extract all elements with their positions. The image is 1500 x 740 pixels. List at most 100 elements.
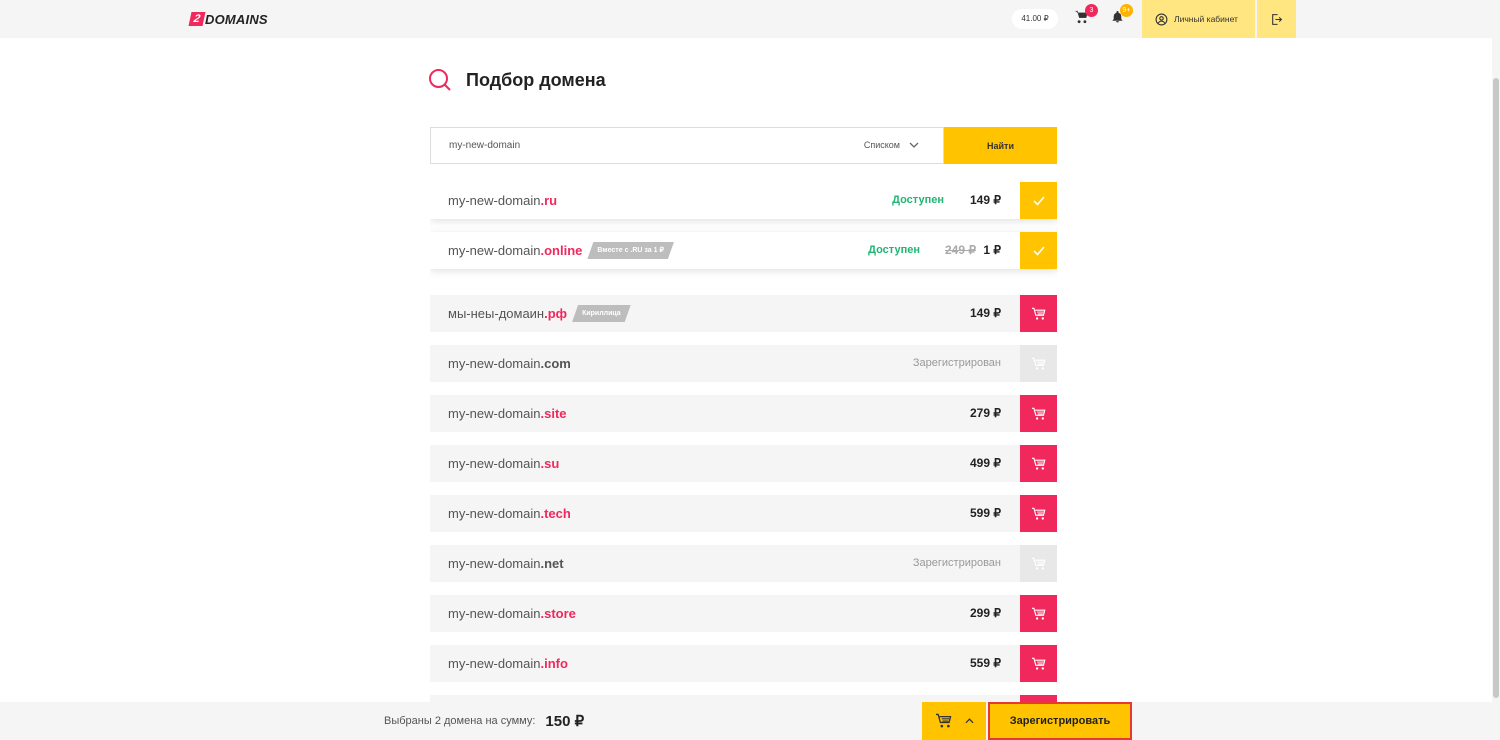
- summary-label: Выбраны 2 домена на сумму:: [384, 715, 536, 727]
- summary-total: 150 ₽: [545, 713, 585, 730]
- logo-mark: 2: [188, 12, 206, 26]
- domain-price: 559 ₽: [970, 656, 1001, 670]
- chevron-up-icon: [964, 718, 974, 724]
- domain-price: 1 ₽: [983, 243, 1001, 257]
- domain-label: my-new-domain: [448, 656, 541, 671]
- domain-tag: Вместе с .RU за 1 ₽: [587, 242, 674, 259]
- domain-search-input[interactable]: [449, 128, 829, 163]
- view-mode-select[interactable]: Списком: [864, 140, 919, 150]
- domain-zone: .info: [540, 656, 568, 671]
- add-to-cart-button[interactable]: [1020, 445, 1057, 482]
- logo[interactable]: 2 DOMAINS: [188, 11, 268, 27]
- domain-price: 149 ₽: [970, 306, 1001, 320]
- domain-price: 299 ₽: [970, 606, 1001, 620]
- domain-row: my-new-domain .ru Доступен 149 ₽: [430, 182, 1057, 219]
- logout-icon: [1272, 13, 1283, 25]
- view-mode-label: Списком: [863, 140, 900, 150]
- page-title-block: Подбор домена: [428, 68, 606, 92]
- add-to-cart-button[interactable]: [1020, 495, 1057, 532]
- notification-count-badge: 9+: [1120, 4, 1133, 17]
- domain-zone: .store: [540, 606, 576, 621]
- selected-toggle-button[interactable]: [1020, 182, 1057, 219]
- domain-label: мы-неы-домаин: [448, 306, 545, 321]
- logout-button[interactable]: [1257, 0, 1296, 38]
- domain-row: my-new-domain .online Вместе с .RU за 1 ₽ Д…: [430, 232, 1057, 269]
- cabinet-label: Личный кабинет: [1174, 14, 1238, 24]
- domain-name: my-new-domain .store: [448, 595, 576, 632]
- domain-label: my-new-domain: [448, 506, 541, 521]
- chevron-down-icon: [909, 142, 919, 148]
- domain-zone: .tech: [540, 506, 571, 521]
- domain-zone: .site: [540, 406, 567, 421]
- cart-icon: [1031, 557, 1045, 570]
- cart-toggle-button[interactable]: [922, 702, 986, 740]
- cart-icon: [1031, 307, 1045, 320]
- add-to-cart-button[interactable]: [1020, 595, 1057, 632]
- domain-label: my-new-domain: [448, 606, 541, 621]
- user-circle-icon: [1155, 13, 1168, 25]
- personal-cabinet-button[interactable]: Личный кабинет: [1142, 0, 1255, 38]
- domain-status: Зарегистрирован: [912, 357, 1001, 369]
- domain-label: my-new-domain: [448, 556, 541, 571]
- domain-row: my-new-domain .su 499 ₽: [430, 445, 1057, 482]
- domain-label: my-new-domain: [448, 356, 541, 371]
- page-title: Подбор домена: [466, 69, 606, 90]
- logo-text: DOMAINS: [205, 11, 268, 27]
- domain-label: my-new-domain: [448, 193, 541, 208]
- domain-row: my-new-domain .store 299 ₽: [430, 595, 1057, 632]
- domain-name: my-new-domain .su: [448, 445, 559, 482]
- domain-name: my-new-domain .site: [448, 395, 567, 432]
- domain-row: [430, 695, 1057, 702]
- domain-name: my-new-domain .tech: [448, 495, 571, 532]
- cart-icon: [1031, 657, 1045, 670]
- cart-icon: [1031, 457, 1045, 470]
- old-price: 249 ₽: [945, 243, 976, 257]
- register-button[interactable]: Зарегистрировать: [988, 702, 1132, 740]
- add-to-cart-button[interactable]: [1020, 645, 1057, 682]
- domain-price: 279 ₽: [970, 406, 1001, 420]
- add-to-cart-button[interactable]: [1020, 395, 1057, 432]
- domain-name: my-new-domain .net: [448, 545, 564, 582]
- add-to-cart-button-disabled: [1020, 345, 1057, 382]
- domain-price: 599 ₽: [970, 506, 1001, 520]
- cart-icon: [1031, 507, 1045, 520]
- domain-name: my-new-domain .ru: [448, 182, 557, 219]
- check-icon: [1032, 245, 1045, 256]
- domain-tag: Кириллица: [572, 305, 631, 322]
- add-to-cart-button[interactable]: [1020, 695, 1057, 702]
- domain-row: мы-неы-домаин .рф Кириллица 149 ₽: [430, 295, 1057, 332]
- scrollbar-thumb[interactable]: [1493, 78, 1499, 698]
- domain-row: my-new-domain .site 279 ₽: [430, 395, 1057, 432]
- cart-icon: [1031, 607, 1045, 620]
- domain-zone: .net: [540, 556, 564, 571]
- cart-icon: [1031, 357, 1045, 370]
- domain-row: my-new-domain .info 559 ₽: [430, 645, 1057, 682]
- domain-name: my-new-domain .com: [448, 345, 571, 382]
- domain-row: my-new-domain .net Зарегистрирован: [430, 545, 1057, 582]
- domain-zone: .online: [540, 243, 583, 258]
- cart-count-badge: 3: [1085, 4, 1098, 17]
- domain-zone: .su: [540, 456, 560, 471]
- domain-name: my-new-domain .online Вместе с .RU за 1 ₽: [448, 232, 674, 269]
- domain-row: my-new-domain .com Зарегистрирован: [430, 345, 1057, 382]
- domain-name: my-new-domain .info: [448, 645, 568, 682]
- search-icon: [429, 69, 451, 91]
- domain-price: 499 ₽: [970, 456, 1001, 470]
- balance-badge[interactable]: 41.00 ₽: [1012, 9, 1058, 29]
- domain-status: Доступен: [868, 244, 920, 256]
- domain-row: my-new-domain .tech 599 ₽: [430, 495, 1057, 532]
- add-to-cart-button[interactable]: [1020, 295, 1057, 332]
- page-scrollbar[interactable]: [1492, 38, 1500, 702]
- domain-zone: .com: [540, 356, 571, 371]
- selection-summary: Выбраны 2 домена на сумму: 150 ₽: [384, 702, 584, 740]
- domain-search-box: Списком: [430, 127, 944, 164]
- domain-results-list: my-new-domain .ru Доступен 149 ₽ my-new-doma…: [430, 182, 1057, 702]
- domain-zone: .рф: [544, 306, 568, 321]
- find-button[interactable]: Найти: [944, 127, 1057, 164]
- selected-toggle-button[interactable]: [1020, 232, 1057, 269]
- add-to-cart-button-disabled: [1020, 545, 1057, 582]
- bottom-summary-bar: Выбраны 2 домена на сумму: 150 ₽ Зарегис…: [0, 702, 1500, 740]
- domain-status: Зарегистрирован: [912, 557, 1001, 569]
- cart-icon: [935, 713, 951, 728]
- cart-icon: [1031, 407, 1045, 420]
